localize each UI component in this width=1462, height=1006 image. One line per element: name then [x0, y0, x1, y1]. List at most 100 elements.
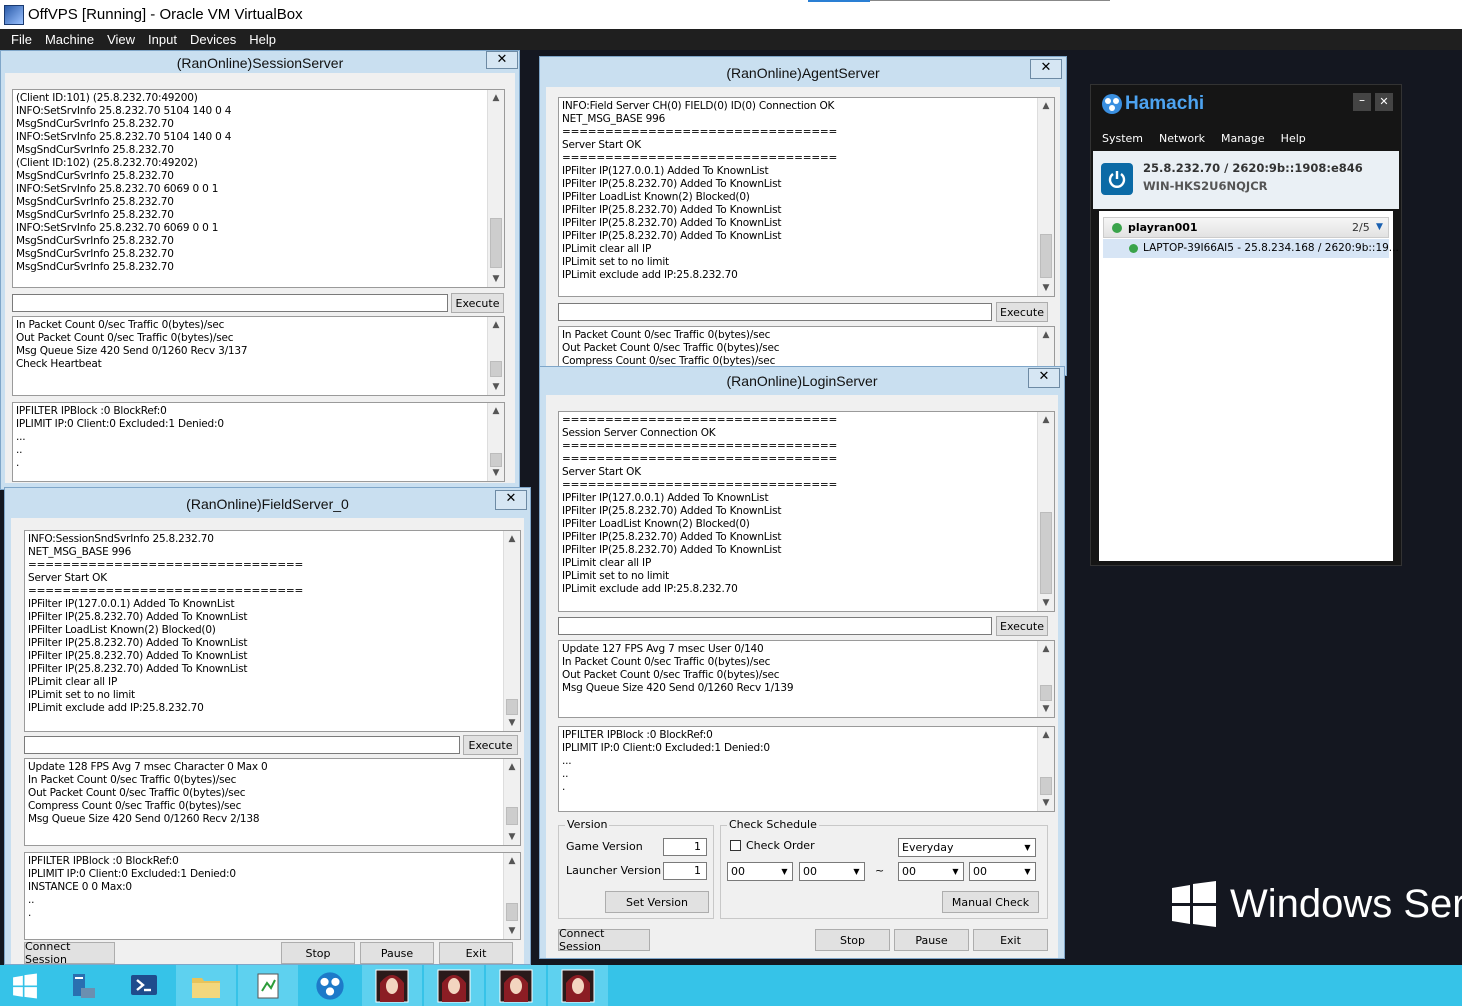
scroll-thumb[interactable]	[1040, 777, 1052, 795]
close-button[interactable]: ✕	[486, 51, 518, 69]
scroll-thumb[interactable]	[1040, 234, 1052, 278]
scroll-up-icon[interactable]: ▲	[488, 90, 504, 106]
scroll-down-icon[interactable]: ▼	[1038, 795, 1054, 811]
connect-session-button[interactable]: Connect Session	[24, 940, 115, 965]
scroll-down-icon[interactable]: ▼	[504, 829, 520, 845]
ranonline-app-button-1[interactable]	[362, 965, 422, 1006]
server-manager-button[interactable]	[52, 965, 112, 1006]
powershell-button[interactable]	[114, 965, 174, 1006]
end-hour-select[interactable]: 00 ▼	[898, 862, 964, 881]
stop-button[interactable]: Stop	[281, 942, 355, 964]
scroll-up-icon[interactable]: ▲	[1038, 98, 1054, 114]
scrollbar[interactable]: ▲ ▼	[487, 90, 504, 287]
start-minute-select[interactable]: 00 ▼	[799, 862, 865, 881]
start-button[interactable]	[0, 965, 50, 1006]
close-button[interactable]: ✕	[1028, 368, 1060, 388]
scroll-down-icon[interactable]: ▼	[1038, 595, 1054, 611]
scrollbar[interactable]: ▲ ▼	[1037, 641, 1054, 717]
scroll-up-icon[interactable]: ▲	[504, 531, 520, 547]
command-input[interactable]	[24, 736, 460, 754]
editor-button[interactable]	[238, 965, 298, 1006]
scroll-thumb[interactable]	[1040, 512, 1052, 594]
start-hour-select[interactable]: 00 ▼	[727, 862, 793, 881]
scroll-down-icon[interactable]: ▼	[504, 715, 520, 731]
scrollbar[interactable]: ▲ ▼	[1037, 412, 1054, 611]
menu-help[interactable]: Help	[249, 32, 276, 47]
scroll-up-icon[interactable]: ▲	[488, 317, 504, 333]
login-ipfilter-list[interactable]: IPFILTER IPBlock :0 BlockRef:0 IPLIMIT IP…	[558, 726, 1055, 812]
command-input[interactable]	[558, 303, 992, 321]
scroll-up-icon[interactable]: ▲	[488, 403, 504, 419]
scrollbar[interactable]: ▲ ▼	[487, 317, 504, 395]
agent-log-list[interactable]: INFO:Field Server CH(0) FIELD(0) ID(0) C…	[558, 97, 1055, 297]
execute-button[interactable]: Execute	[451, 293, 504, 313]
scroll-down-icon[interactable]: ▼	[504, 923, 520, 939]
menu-file[interactable]: File	[11, 32, 32, 47]
scroll-down-icon[interactable]: ▼	[1038, 280, 1054, 296]
hamachi-taskbar-button[interactable]	[300, 965, 360, 1006]
frequency-select[interactable]: Everyday ▼	[898, 838, 1036, 857]
ranonline-app-button-3[interactable]	[486, 965, 546, 1006]
execute-button[interactable]: Execute	[996, 616, 1048, 636]
scrollbar[interactable]: ▲ ▼	[1037, 98, 1054, 296]
menu-manage[interactable]: Manage	[1221, 132, 1265, 145]
menu-machine[interactable]: Machine	[45, 32, 94, 47]
command-input[interactable]	[558, 617, 992, 635]
scroll-up-icon[interactable]: ▲	[1038, 412, 1054, 428]
manual-check-button[interactable]: Manual Check	[942, 891, 1039, 913]
exit-button[interactable]: Exit	[973, 929, 1048, 951]
scrollbar[interactable]: ▲ ▼	[487, 403, 504, 481]
scroll-down-icon[interactable]: ▼	[1038, 701, 1054, 717]
scroll-thumb[interactable]	[1040, 685, 1052, 701]
launcher-version-input[interactable]: 1	[663, 862, 707, 880]
scroll-thumb[interactable]	[490, 218, 502, 268]
field-ipfilter-list[interactable]: IPFILTER IPBlock :0 BlockRef:0 IPLIMIT IP…	[24, 852, 521, 940]
exit-button[interactable]: Exit	[439, 942, 513, 964]
scroll-down-icon[interactable]: ▼	[488, 271, 504, 287]
menu-view[interactable]: View	[107, 32, 135, 47]
menu-input[interactable]: Input	[148, 32, 177, 47]
close-button[interactable]: ✕	[1375, 93, 1393, 111]
scrollbar[interactable]: ▲ ▼	[503, 759, 520, 845]
pause-button[interactable]: Pause	[894, 929, 969, 951]
scroll-down-icon[interactable]: ▼	[488, 465, 504, 481]
scroll-down-icon[interactable]: ▼	[488, 379, 504, 395]
scroll-thumb[interactable]	[506, 807, 518, 825]
session-log-list[interactable]: (Client ID:101) (25.8.232.70:49200) INFO:…	[12, 89, 505, 288]
menu-devices[interactable]: Devices	[190, 32, 236, 47]
command-input[interactable]	[12, 294, 448, 312]
close-button[interactable]: ✕	[495, 490, 527, 510]
scroll-up-icon[interactable]: ▲	[504, 853, 520, 869]
menu-system[interactable]: System	[1102, 132, 1143, 145]
power-button[interactable]	[1101, 163, 1133, 195]
session-ipfilter-list[interactable]: IPFILTER IPBlock :0 BlockRef:0 IPLIMIT IP…	[12, 402, 505, 482]
scrollbar[interactable]: ▲ ▼	[503, 853, 520, 939]
chevron-down-icon[interactable]: ▼	[1376, 222, 1383, 232]
scroll-up-icon[interactable]: ▲	[1038, 727, 1054, 743]
scroll-up-icon[interactable]: ▲	[504, 759, 520, 775]
login-log-list[interactable]: ================================ Session …	[558, 411, 1055, 612]
connect-session-button[interactable]: Connect Session	[558, 927, 650, 953]
scrollbar[interactable]: ▲ ▼	[1037, 727, 1054, 811]
ranonline-app-button-2[interactable]	[424, 965, 484, 1006]
field-stats-list[interactable]: Update 128 FPS Avg 7 msec Character 0 Ma…	[24, 758, 521, 846]
scroll-up-icon[interactable]: ▲	[1038, 327, 1054, 343]
game-version-input[interactable]: 1	[663, 838, 707, 856]
execute-button[interactable]: Execute	[996, 302, 1048, 322]
scroll-up-icon[interactable]: ▲	[1038, 641, 1054, 657]
set-version-button[interactable]: Set Version	[605, 891, 709, 913]
pause-button[interactable]: Pause	[360, 942, 434, 964]
minimize-button[interactable]: –	[1353, 93, 1371, 111]
scroll-thumb[interactable]	[490, 361, 502, 377]
end-minute-select[interactable]: 00 ▼	[969, 862, 1036, 881]
session-stats-list[interactable]: In Packet Count 0/sec Traffic 0(bytes)/s…	[12, 316, 505, 396]
ranonline-app-button-4[interactable]	[548, 965, 608, 1006]
scroll-thumb[interactable]	[506, 699, 518, 715]
close-button[interactable]: ✕	[1030, 59, 1062, 79]
peer-row[interactable]: LAPTOP-39I66AI5 - 25.8.234.168 / 2620:9b…	[1103, 239, 1399, 258]
file-explorer-button[interactable]	[176, 965, 236, 1006]
execute-button[interactable]: Execute	[463, 735, 518, 755]
menu-network[interactable]: Network	[1159, 132, 1205, 145]
check-order-checkbox[interactable]	[730, 840, 741, 851]
menu-help[interactable]: Help	[1281, 132, 1306, 145]
